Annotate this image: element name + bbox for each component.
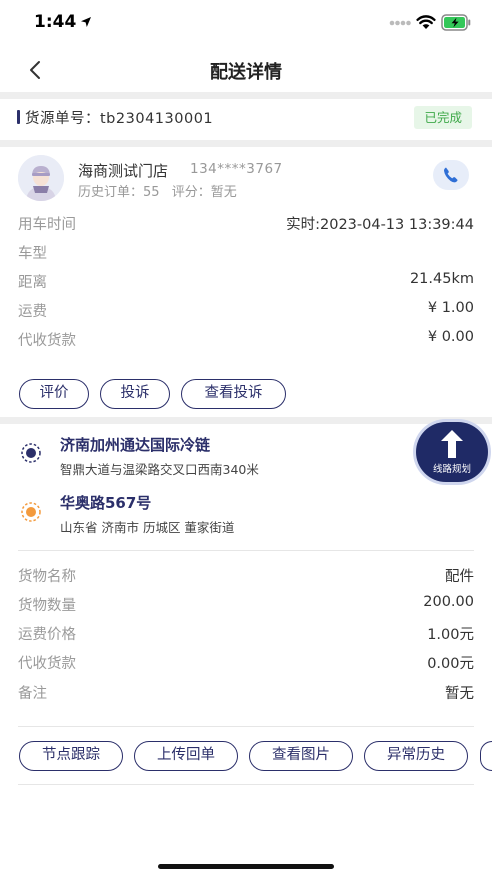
exception-history-button[interactable]: 异常历史 <box>364 741 468 771</box>
info-label: 用车时间 <box>18 217 76 233</box>
cellular-signal-icon <box>389 20 411 26</box>
view-complaints-button[interactable]: 查看投诉 <box>181 379 286 409</box>
section-divider <box>0 140 492 147</box>
info-row-vehicle: 车型 <box>18 242 474 266</box>
rating-label: 评分： <box>171 185 211 200</box>
goods-value: 1.00元 <box>427 627 474 643</box>
info-label: 车型 <box>18 246 47 262</box>
dropoff-title: 华奥路567号 <box>60 494 152 512</box>
info-label: 距离 <box>18 275 47 291</box>
history-orders-label: 历史订单： <box>78 185 144 200</box>
pickup-location-icon <box>21 443 41 463</box>
pickup-title: 济南加州通达国际冷链 <box>60 436 211 454</box>
wifi-icon <box>416 15 436 29</box>
goods-value: 暂无 <box>445 686 474 702</box>
complain-button[interactable]: 投诉 <box>100 379 170 409</box>
info-label: 运费 <box>18 304 47 320</box>
status-bar: 1:44 <box>0 0 492 48</box>
info-value: 实时:2023-04-13 13:39:44 <box>286 217 474 233</box>
review-button[interactable]: 评价 <box>19 379 89 409</box>
shop-avatar <box>18 155 64 201</box>
goods-label: 运费价格 <box>18 627 76 643</box>
route-plan-label: 线路规划 <box>432 464 471 475</box>
order-number: 货源单号：tb2304130001 <box>25 107 213 128</box>
goods-row-price: 运费价格 1.00元 <box>18 623 474 647</box>
section-divider <box>0 417 492 424</box>
route-plan-button[interactable]: 线路规划 <box>416 422 488 482</box>
nav-bar: 配送详情 <box>0 48 492 92</box>
goods-row-remark: 备注 暂无 <box>18 682 474 706</box>
info-row-distance: 距离 21.45km <box>18 271 474 295</box>
route-arrow-icon <box>441 430 463 458</box>
shop-name: 海商测试门店 <box>78 162 169 180</box>
history-orders-count: 55 <box>143 185 160 200</box>
view-images-button[interactable]: 查看图片 <box>249 741 353 771</box>
status-time: 1:44 <box>34 12 77 32</box>
goods-label: 代收货款 <box>18 656 76 672</box>
info-value: 21.45km <box>409 271 474 287</box>
status-badge: 已完成 <box>414 106 472 129</box>
info-row-time: 用车时间 实时:2023-04-13 13:39:44 <box>18 213 474 237</box>
info-value: ¥ 1.00 <box>427 300 474 316</box>
shop-phone: 134****3767 <box>190 161 283 177</box>
more-actions-button[interactable] <box>480 741 492 771</box>
goods-label: 货物名称 <box>18 569 76 585</box>
pickup-address: 智鼎大道与温梁路交叉口西南340米 <box>60 462 259 477</box>
goods-row-name: 货物名称 配件 <box>18 565 474 589</box>
goods-row-quantity: 货物数量 200.00 <box>18 594 474 618</box>
section-divider <box>0 92 492 99</box>
upload-receipt-button[interactable]: 上传回单 <box>134 741 238 771</box>
delivery-detail-screen: 1:44 配送详情 货源单号：tb2304130001 已完成 海商测试门店 1… <box>0 0 492 878</box>
order-number-label: 货源单号： <box>25 111 100 127</box>
info-row-cod: 代收货款 ¥ 0.00 <box>18 329 474 353</box>
call-shop-button[interactable] <box>433 160 469 190</box>
order-number-row: 货源单号：tb2304130001 已完成 <box>0 99 492 137</box>
page-title: 配送详情 <box>210 62 282 83</box>
goods-label: 备注 <box>18 686 47 702</box>
accent-bar <box>17 110 20 124</box>
shop-stats: 历史订单：55 评分：暂无 <box>78 181 237 200</box>
rating-value: 暂无 <box>210 185 237 200</box>
goods-label: 货物数量 <box>18 598 76 614</box>
info-value: ¥ 0.00 <box>427 329 474 345</box>
battery-charging-icon <box>441 14 471 31</box>
dropoff-location-icon <box>21 502 41 522</box>
order-number-value: tb2304130001 <box>100 111 214 127</box>
phone-icon <box>444 167 458 183</box>
info-row-freight: 运费 ¥ 1.00 <box>18 300 474 324</box>
location-arrow-icon <box>81 17 91 27</box>
goods-value: 200.00 <box>423 594 474 610</box>
avatar-person-icon <box>18 155 64 201</box>
goods-row-cod: 代收货款 0.00元 <box>18 652 474 676</box>
track-nodes-button[interactable]: 节点跟踪 <box>19 741 123 771</box>
divider-line <box>18 726 474 727</box>
goods-value: 配件 <box>445 569 474 585</box>
goods-value: 0.00元 <box>427 656 474 672</box>
home-indicator <box>158 864 334 869</box>
info-label: 代收货款 <box>18 333 76 349</box>
divider-line <box>18 550 474 551</box>
dropoff-address: 山东省 济南市 历城区 董家街道 <box>60 520 235 535</box>
divider-line <box>18 784 474 785</box>
